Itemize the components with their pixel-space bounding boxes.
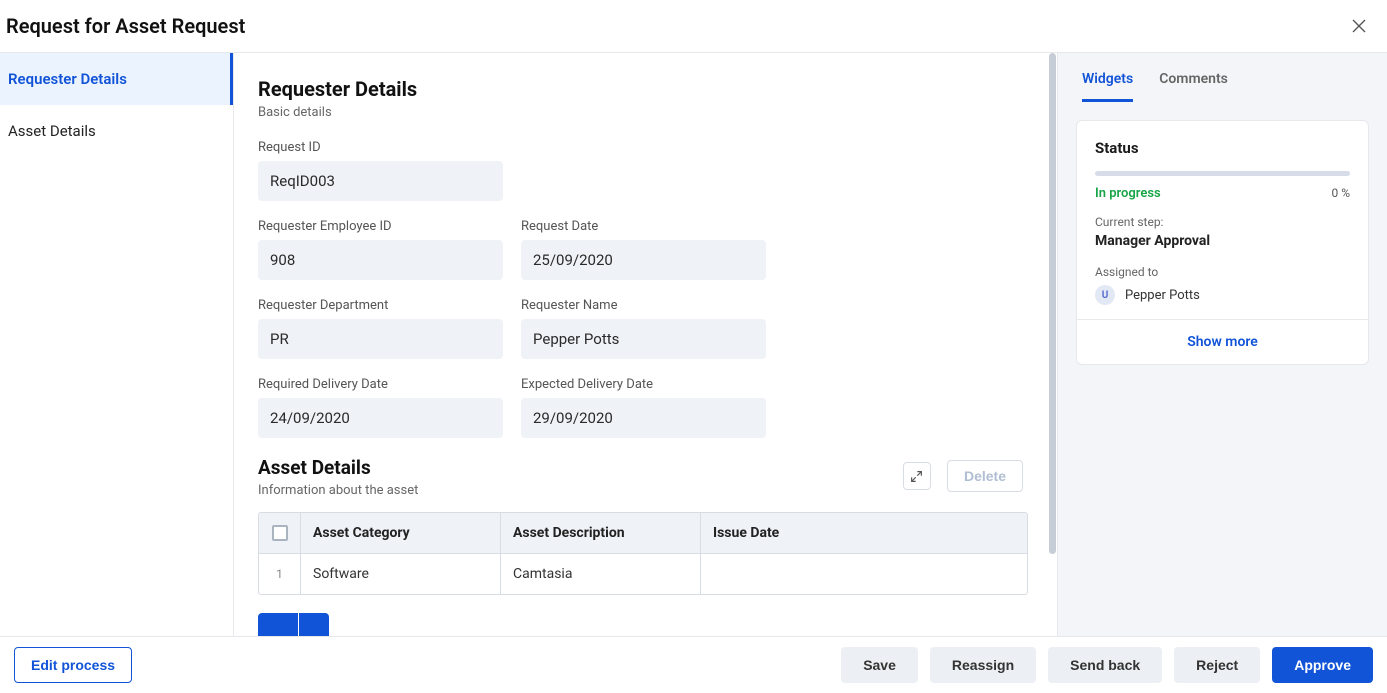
- reassign-button[interactable]: Reassign: [930, 647, 1036, 683]
- sidenav-item-requester-details[interactable]: Requester Details: [0, 53, 233, 105]
- form-area: Requester Details Basic details Request …: [234, 53, 1047, 636]
- asset-section-title: Asset Details: [258, 456, 418, 479]
- department-field[interactable]: PR: [258, 319, 503, 359]
- requester-name-field[interactable]: Pepper Potts: [521, 319, 766, 359]
- cell-issue-date[interactable]: [701, 554, 1027, 594]
- request-id-field[interactable]: ReqID003: [258, 161, 503, 201]
- col-issue-date[interactable]: Issue Date: [701, 513, 1027, 553]
- sidenav-item-asset-details[interactable]: Asset Details: [0, 105, 233, 157]
- col-asset-description[interactable]: Asset Description: [501, 513, 701, 553]
- assigned-to-row: U Pepper Potts: [1095, 285, 1350, 305]
- tab-widgets[interactable]: Widgets: [1082, 71, 1133, 102]
- assigned-to-name: Pepper Potts: [1125, 288, 1200, 303]
- tab-comments[interactable]: Comments: [1159, 71, 1228, 102]
- main-scrollbar[interactable]: [1047, 53, 1057, 636]
- cell-asset-category[interactable]: Software: [301, 554, 501, 594]
- asset-table: Asset Category Asset Description Issue D…: [258, 512, 1028, 595]
- add-row-dropdown-button[interactable]: [299, 613, 329, 636]
- current-step-value: Manager Approval: [1095, 233, 1350, 249]
- status-widget-title: Status: [1095, 139, 1350, 157]
- table-header-row: Asset Category Asset Description Issue D…: [259, 513, 1027, 554]
- right-panel: Widgets Comments Status In progress 0 % …: [1057, 53, 1387, 636]
- col-asset-category[interactable]: Asset Category: [301, 513, 501, 553]
- progress-bar: [1095, 171, 1350, 176]
- asset-section-subtitle: Information about the asset: [258, 483, 418, 498]
- delete-button[interactable]: Delete: [947, 460, 1023, 492]
- footer: Edit process Save Reassign Send back Rej…: [0, 636, 1387, 693]
- status-widget: Status In progress 0 % Current step: Man…: [1076, 120, 1369, 365]
- department-label: Requester Department: [258, 298, 503, 313]
- requester-name-label: Requester Name: [521, 298, 766, 313]
- main-area: Requester Details Basic details Request …: [234, 53, 1387, 636]
- cell-asset-description[interactable]: Camtasia: [501, 554, 701, 594]
- employee-id-field[interactable]: 908: [258, 240, 503, 280]
- request-date-label: Request Date: [521, 219, 766, 234]
- sidenav: Requester Details Asset Details: [0, 53, 234, 636]
- expand-icon[interactable]: [903, 462, 931, 490]
- requester-section-subtitle: Basic details: [258, 105, 1023, 120]
- select-all-checkbox[interactable]: [259, 513, 301, 553]
- close-icon[interactable]: [1351, 18, 1367, 34]
- approve-button[interactable]: Approve: [1272, 647, 1373, 683]
- required-delivery-label: Required Delivery Date: [258, 377, 503, 392]
- expected-delivery-field[interactable]: 29/09/2020: [521, 398, 766, 438]
- save-button[interactable]: Save: [841, 647, 918, 683]
- reject-button[interactable]: Reject: [1174, 647, 1260, 683]
- right-panel-tabs: Widgets Comments: [1058, 53, 1387, 102]
- required-delivery-field[interactable]: 24/09/2020: [258, 398, 503, 438]
- page-title: Request for Asset Request: [6, 14, 245, 38]
- add-row-button[interactable]: [258, 613, 298, 636]
- edit-process-button[interactable]: Edit process: [14, 647, 132, 683]
- employee-id-label: Requester Employee ID: [258, 219, 503, 234]
- row-number: 1: [259, 554, 301, 594]
- send-back-button[interactable]: Send back: [1048, 647, 1162, 683]
- page-header: Request for Asset Request: [0, 0, 1387, 53]
- requester-section-title: Requester Details: [258, 77, 1023, 101]
- progress-percent: 0 %: [1331, 186, 1350, 200]
- expected-delivery-label: Expected Delivery Date: [521, 377, 766, 392]
- table-row[interactable]: 1 Software Camtasia: [259, 554, 1027, 594]
- progress-status-label: In progress: [1095, 186, 1161, 201]
- avatar: U: [1095, 285, 1115, 305]
- current-step-label: Current step:: [1095, 215, 1350, 229]
- page-body: Requester Details Asset Details Requeste…: [0, 53, 1387, 636]
- request-id-label: Request ID: [258, 140, 503, 155]
- show-more-link[interactable]: Show more: [1077, 319, 1368, 364]
- request-date-field[interactable]: 25/09/2020: [521, 240, 766, 280]
- assigned-to-label: Assigned to: [1095, 265, 1350, 279]
